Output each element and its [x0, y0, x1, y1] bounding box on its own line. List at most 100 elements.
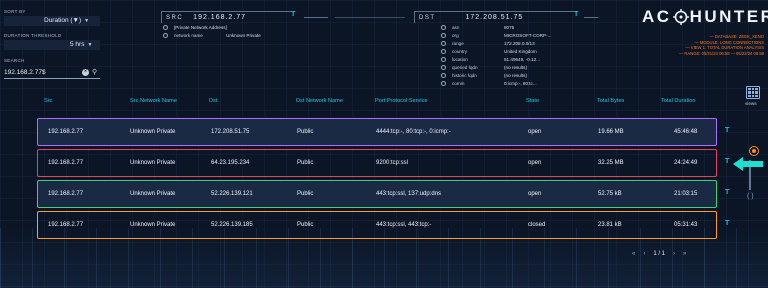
table-row[interactable]: 192.168.2.77 Unknown Private 64.23.195.234… [37, 149, 717, 177]
dst-info-value: (no results) [504, 65, 527, 70]
prev-page-icon[interactable]: ‹ [643, 251, 645, 257]
dst-info-value: 8075 [504, 25, 515, 30]
duration-threshold-label: DURATION THRESHOLD [4, 33, 62, 38]
col-header-total-bytes[interactable]: Total Bytes [597, 98, 624, 104]
cell-src-network: Unknown Private [130, 160, 176, 166]
src-info-row: [Private Network Address] [163, 25, 227, 30]
col-header-src[interactable]: Src [44, 98, 52, 104]
table-row[interactable]: 192.168.2.77 Unknown Private 52.226.139.18… [37, 211, 717, 239]
cell-total-bytes: 52.75 kB [598, 191, 622, 197]
cell-src: 192.168.2.77 [48, 129, 84, 135]
cell-total-duration: 21:03:15 [674, 191, 698, 197]
search-icon[interactable]: ⚲ [92, 68, 97, 76]
views-label: views [745, 101, 757, 106]
dst-info-row: country United Kingdom [441, 49, 537, 54]
src-filter-icon[interactable]: T [291, 11, 295, 18]
crosshair-icon [672, 9, 689, 25]
pointer-arrow-icon [733, 157, 763, 171]
dst-info-value: (no results) [504, 73, 527, 78]
info-dot-icon [441, 65, 446, 70]
table-row[interactable]: 192.168.2.77 Unknown Private 52.226.139.12… [37, 180, 717, 208]
sort-by-select[interactable]: Duration (▼) ▼ [4, 16, 100, 26]
logo-notes: — DATABASE: ZEEK_XENO — MODULE: LONG CON… [679, 34, 764, 56]
info-dot-icon [163, 25, 168, 30]
cell-total-duration: 05:31:43 [674, 222, 698, 228]
cell-dst: 52.226.139.121 [211, 191, 253, 197]
sort-by-label: SORT BY [4, 9, 26, 14]
dst-info-row: comm 0:icmp:-, 80:tc... [441, 81, 537, 86]
col-header-total-duration[interactable]: Total Duration [661, 98, 696, 104]
cell-port-protocol-service: 9200:tcp:ssl [376, 160, 409, 166]
src-ip: 192.168.2.77 [193, 14, 247, 21]
cell-total-duration: 45:46:48 [674, 129, 698, 135]
scroll-handle-icon[interactable]: ( ) [747, 193, 754, 200]
dst-ip: 172.208.51.75 [465, 14, 524, 21]
search-input[interactable]: 192.168.2.77$ [4, 69, 46, 76]
sort-by-value: Duration (▼) [44, 17, 82, 24]
dst-info-key: country [452, 49, 468, 54]
row-filter-icon[interactable]: T [725, 220, 729, 227]
dst-info-row: queried fqdn (no results) [441, 65, 527, 70]
col-header-src-network[interactable]: Src Network Name [130, 98, 177, 104]
cell-state: open [528, 129, 542, 135]
col-header-dst-network[interactable]: Dst Network Name [296, 98, 343, 104]
dst-tag: DST [419, 14, 436, 21]
chevron-down-icon: ▼ [84, 17, 90, 24]
cell-src: 192.168.2.77 [48, 191, 84, 197]
duration-threshold-select[interactable]: 5 hrs ▼ [4, 40, 100, 50]
table-row[interactable]: 192.168.2.77 Unknown Private 172.208.51.75… [37, 118, 717, 146]
dst-panel-header: DST 172.208.51.75 [414, 11, 562, 23]
row-filter-icon[interactable]: T [725, 127, 729, 134]
dst-info-row: range 172.208.0.0/13 [441, 41, 535, 46]
cell-state: open [528, 191, 542, 197]
chevron-down-icon: ▼ [87, 41, 93, 48]
cell-port-protocol-service: 4444:tcp:-, 80:tcp:-, 0:icmp:- [376, 129, 451, 135]
pagination: « ‹ 1 / 1 › » [632, 251, 686, 257]
src-panel-line-right [304, 17, 328, 18]
cell-dst-network: Public [297, 129, 314, 135]
dst-info-key: location [452, 57, 468, 62]
info-dot-icon [441, 73, 446, 78]
info-dot-icon [441, 81, 446, 86]
first-page-icon[interactable]: « [632, 251, 635, 257]
logo-note-line: — RANGE: 05/21/24 06:58 — 05/22/24 06:58 [679, 50, 764, 56]
cell-dst-network: Public [297, 222, 314, 228]
info-dot-icon [441, 49, 446, 54]
search-field[interactable]: 192.168.2.77$ × ⚲ [4, 66, 100, 79]
cell-dst: 172.208.51.75 [211, 129, 250, 135]
dst-filter-icon[interactable]: T [574, 11, 578, 18]
dst-info-key: asn [452, 25, 460, 30]
next-page-icon[interactable]: › [673, 251, 675, 257]
cell-total-bytes: 23.81 kB [598, 222, 622, 228]
col-header-port-protocol-service[interactable]: Port:Protocol:Service [375, 98, 428, 104]
dst-info-value: 172.208.0.0/13 [504, 41, 535, 46]
cell-total-duration: 24:24:49 [674, 160, 698, 166]
cell-state: open [528, 160, 542, 166]
dst-info-key: comm [452, 81, 465, 86]
dst-info-value: United Kingdom [504, 49, 537, 54]
target-ring-icon[interactable] [749, 146, 759, 156]
row-filter-icon[interactable]: T [725, 158, 729, 165]
search-label: SEARCH [4, 58, 25, 63]
clear-icon[interactable]: × [82, 69, 89, 76]
views-grid-icon[interactable] [746, 86, 760, 99]
cell-dst: 64.23.195.234 [211, 160, 250, 166]
dst-info-row: location 51.49649, -0.12... [441, 57, 540, 62]
col-header-dst[interactable]: Dst [209, 98, 217, 104]
page-indicator: 1 / 1 [653, 251, 666, 257]
info-dot-icon [163, 33, 168, 38]
dst-info-value: 51.49649, -0.12... [504, 57, 541, 62]
dst-info-key: queried fqdn [452, 65, 478, 70]
dst-info-value: 0:icmp:-, 80:tc... [504, 81, 537, 86]
last-page-icon[interactable]: » [683, 251, 686, 257]
info-dot-icon [441, 25, 446, 30]
cell-src-network: Unknown Private [130, 191, 176, 197]
cell-total-bytes: 19.66 MB [598, 129, 624, 135]
info-dot-icon [441, 57, 446, 62]
row-filter-icon[interactable]: T [725, 189, 729, 196]
src-info-value: Unknown Private [226, 33, 261, 38]
dst-info-value: MICROSOFT-CORP-... [504, 33, 552, 38]
ac-hunter-logo: AC HUNTER [642, 7, 768, 27]
col-header-state[interactable]: State [526, 98, 539, 104]
cell-port-protocol-service: 443:tcp:ssl, 137:udp:dns [376, 191, 442, 197]
